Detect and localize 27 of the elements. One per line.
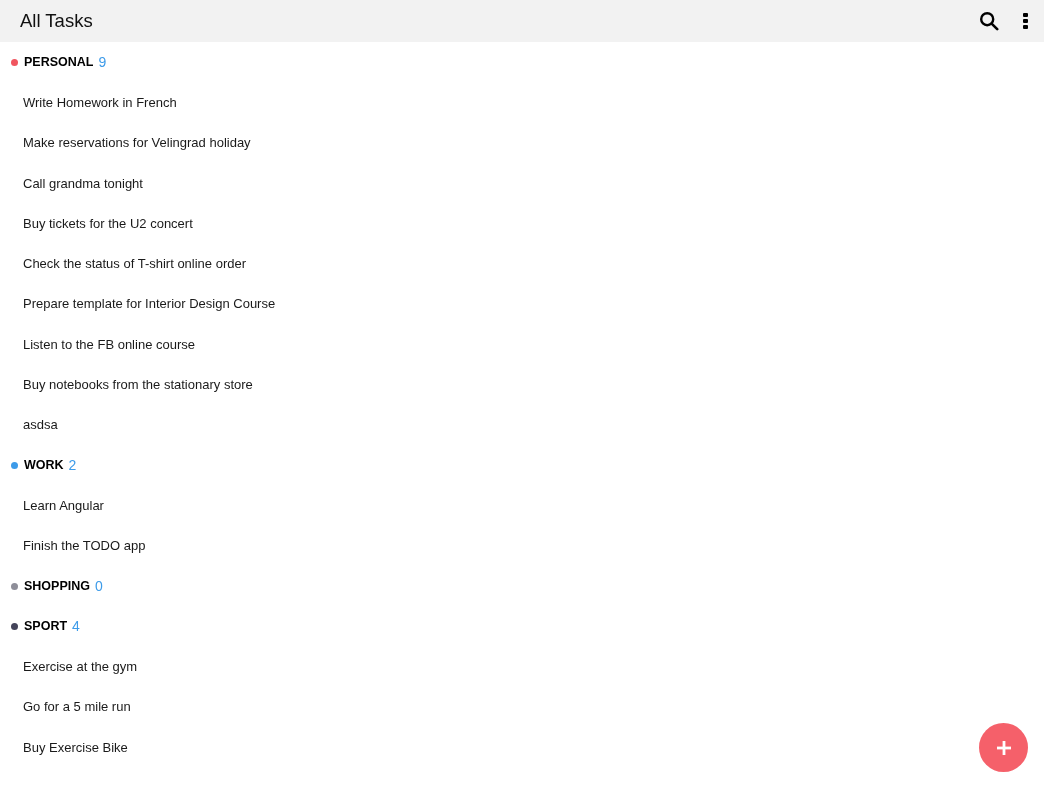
search-icon (979, 11, 999, 31)
task-item[interactable]: Buy Exercise Bike (23, 739, 128, 755)
category-title: PERSONAL (24, 55, 94, 70)
task-item[interactable]: Call grandma tonight (23, 175, 143, 191)
category-title: SHOPPING (24, 579, 90, 593)
task-item[interactable]: Make reservations for Velingrad holiday (23, 135, 251, 151)
task-item[interactable]: Buy notebooks from the stationary store (23, 377, 253, 392)
category-title: SPORT (24, 619, 68, 634)
task-item[interactable]: Buy tickets for the U2 concert (23, 215, 193, 231)
task-item[interactable]: Check the status of T-shirt online order (23, 256, 247, 272)
task-item[interactable]: Go for a 5 mile run (23, 699, 131, 715)
task-count: 9 (98, 54, 107, 71)
category-title: WORK (24, 458, 64, 473)
plus-icon (996, 740, 1011, 755)
task-item[interactable]: Finish the TODO app (23, 538, 146, 554)
task-count: 4 (72, 618, 80, 635)
task-count: 2 (68, 457, 77, 474)
task-item[interactable]: asdsa (23, 417, 58, 433)
add-task-button[interactable] (979, 723, 1028, 772)
task-item[interactable]: Prepare template for Interior Design Course (23, 296, 276, 312)
more-vertical-icon (1023, 13, 1028, 29)
task-item[interactable]: Listen to the FB online course (23, 336, 195, 352)
task-item[interactable]: Learn Angular (23, 497, 104, 513)
app-title: All Tasks (20, 10, 93, 32)
task-item[interactable]: Write Homework in French (23, 94, 177, 110)
task-count: 0 (95, 578, 103, 594)
task-item[interactable]: Exercise at the gym (23, 659, 138, 675)
